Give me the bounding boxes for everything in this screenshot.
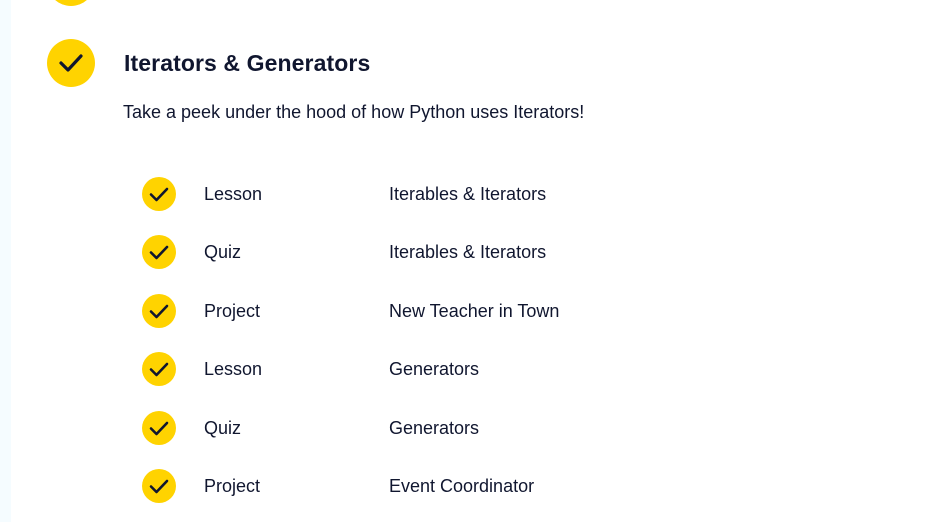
item-name[interactable]: Generators	[389, 357, 479, 381]
content-item[interactable]: Project Event Coordinator	[142, 469, 642, 503]
item-type: Lesson	[204, 184, 263, 204]
module-title: Iterators & Generators	[124, 50, 371, 76]
item-name[interactable]: Iterables & Iterators	[389, 240, 546, 264]
content-item[interactable]: Lesson Generators	[142, 352, 642, 386]
module-description: Take a peek under the hood of how Python…	[123, 102, 585, 122]
check-icon	[142, 177, 176, 211]
content-item[interactable]: Lesson Iterables & Iterators	[142, 177, 642, 211]
check-icon	[142, 469, 176, 503]
check-icon	[142, 235, 176, 269]
item-name[interactable]: Generators	[389, 416, 479, 440]
item-type: Quiz	[204, 418, 242, 438]
content-item[interactable]: Quiz Generators	[142, 411, 642, 445]
item-type: Lesson	[204, 359, 263, 379]
content-item[interactable]: Quiz Iterables & Iterators	[142, 235, 642, 269]
item-name[interactable]: Event Coordinator	[389, 474, 534, 498]
module-section: Iterators & Generators Take a peek under…	[0, 0, 944, 522]
content-item[interactable]: Project New Teacher in Town	[142, 294, 642, 328]
item-name[interactable]: New Teacher in Town	[389, 299, 559, 323]
module-check-icon	[47, 39, 95, 87]
check-icon	[142, 294, 176, 328]
item-type: Quiz	[204, 242, 242, 262]
check-icon	[142, 352, 176, 386]
check-icon	[142, 411, 176, 445]
item-type: Project	[204, 301, 261, 321]
item-type: Project	[204, 476, 261, 496]
item-name[interactable]: Iterables & Iterators	[389, 182, 546, 206]
